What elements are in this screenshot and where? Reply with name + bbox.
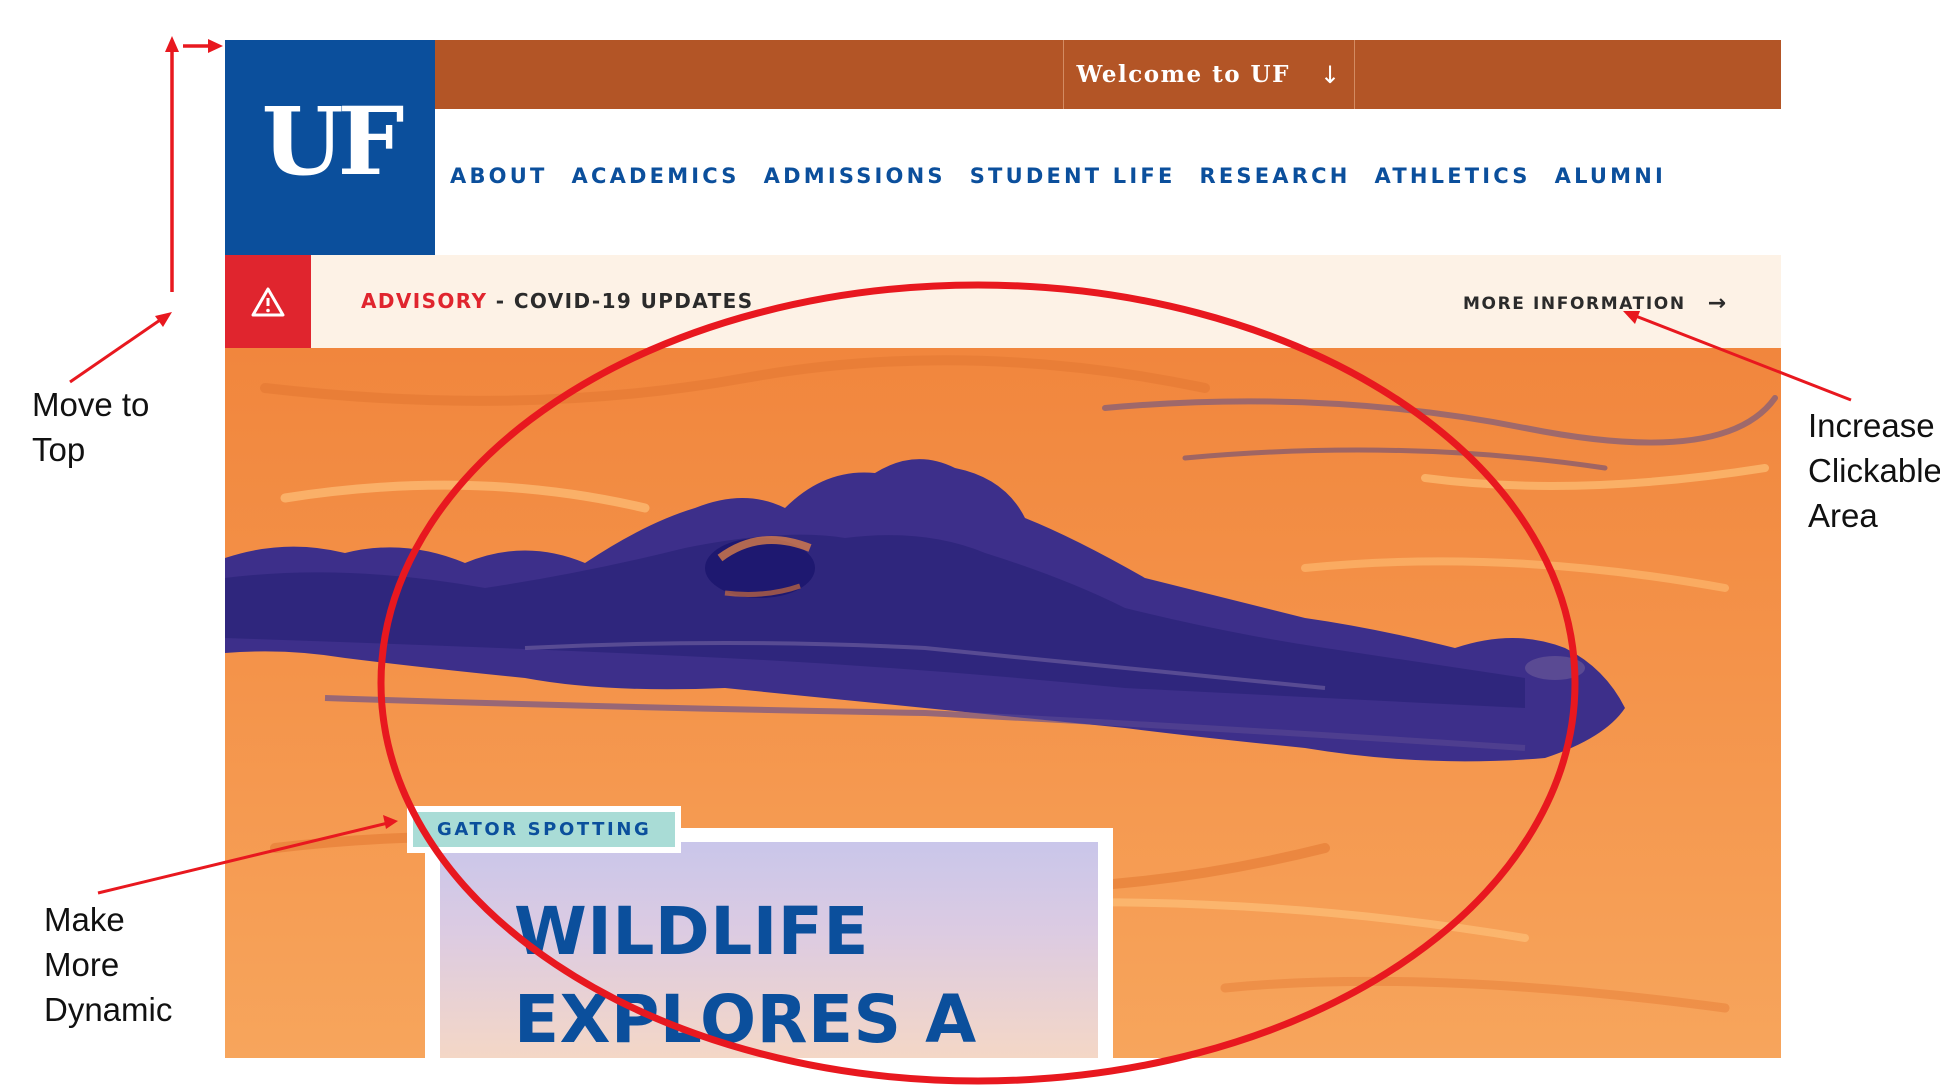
- annotation-make-more-dynamic: Make More Dynamic: [44, 901, 173, 1028]
- top-utility-bar: Welcome to UF ↓: [435, 40, 1781, 109]
- more-information-link[interactable]: MORE INFORMATION →: [1463, 291, 1728, 316]
- nav-item-academics[interactable]: ACADEMICS: [572, 164, 740, 188]
- headline-line-2: EXPLORES A: [514, 981, 977, 1058]
- nav-item-research[interactable]: RESEARCH: [1200, 164, 1351, 188]
- category-tag[interactable]: GATOR SPOTTING: [407, 806, 682, 853]
- nav-item-student-life[interactable]: STUDENT LIFE: [970, 164, 1176, 188]
- welcome-label: Welcome to UF: [1076, 61, 1290, 88]
- headline-line-1: WILDLIFE: [514, 893, 869, 970]
- annotation-increase-clickable-area: Increase Clickable Area: [1808, 407, 1940, 534]
- headline-title: WILDLIFE EXPLORES A: [514, 888, 1074, 1058]
- welcome-dropdown-button[interactable]: Welcome to UF ↓: [1063, 40, 1355, 109]
- nav-item-about[interactable]: ABOUT: [450, 164, 548, 188]
- arrow-down-icon: ↓: [1319, 60, 1342, 89]
- main-navigation: ABOUT ACADEMICS ADMISSIONS STUDENT LIFE …: [450, 164, 1690, 188]
- uf-homepage: UF Welcome to UF ↓ ABOUT ACADEMICS ADMIS…: [225, 40, 1781, 1058]
- nav-item-athletics[interactable]: ATHLETICS: [1375, 164, 1531, 188]
- headline-card-background: WILDLIFE EXPLORES A: [440, 842, 1098, 1058]
- advisory-message: COVID-19 UPDATES: [513, 289, 754, 313]
- advisory-separator: -: [487, 289, 514, 313]
- advisory-text: ADVISORY - COVID-19 UPDATES: [361, 289, 754, 313]
- more-information-label: MORE INFORMATION: [1463, 293, 1686, 314]
- uf-logo[interactable]: UF: [225, 40, 435, 255]
- headline-card[interactable]: WILDLIFE EXPLORES A: [425, 828, 1113, 1058]
- advisory-banner: ADVISORY - COVID-19 UPDATES MORE INFORMA…: [225, 255, 1781, 348]
- nav-item-alumni[interactable]: ALUMNI: [1555, 164, 1666, 188]
- warning-triangle-icon: [225, 255, 311, 348]
- nav-item-admissions[interactable]: ADMISSIONS: [764, 164, 946, 188]
- arrow-right-icon: →: [1707, 291, 1728, 316]
- logo-text: UF: [261, 86, 405, 197]
- advisory-label: ADVISORY: [361, 289, 488, 313]
- annotation-move-to-top: Move to Top: [32, 386, 150, 468]
